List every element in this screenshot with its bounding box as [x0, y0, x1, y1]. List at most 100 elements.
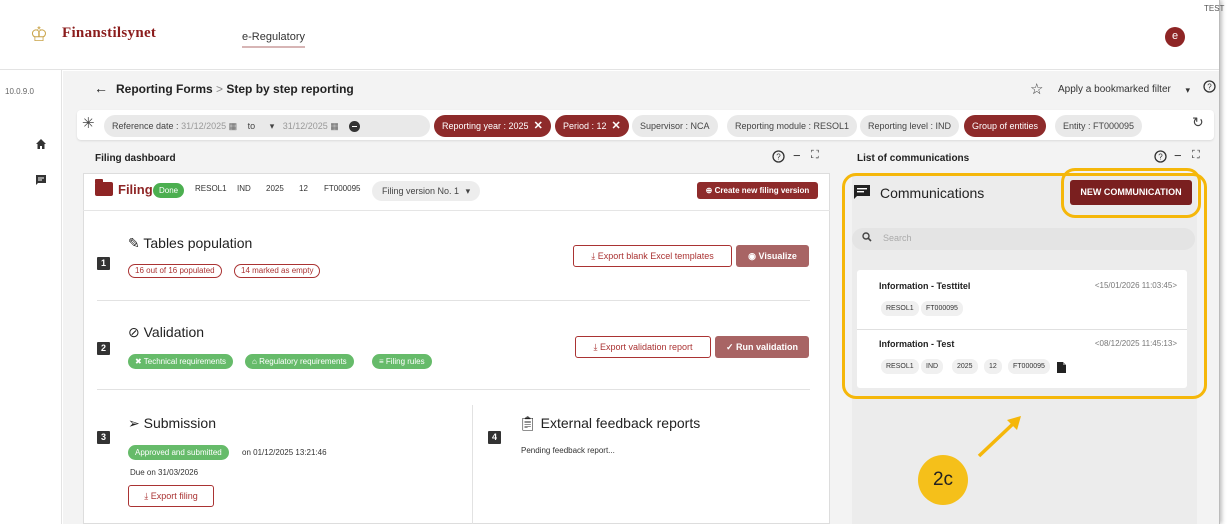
chip-entity[interactable]: Entity : FT000095 — [1055, 115, 1143, 137]
clipboard-icon: 📋︎ — [519, 415, 537, 431]
filing-dashboard-title: Filing dashboard — [95, 153, 176, 164]
due-date-text: Due on 31/03/2026 — [130, 468, 199, 477]
breadcrumb-current: Step by step reporting — [226, 82, 354, 96]
button-label: Export blank Excel templates — [597, 251, 714, 261]
minimize-icon[interactable]: − — [793, 148, 801, 163]
filing-rules-pill[interactable]: ≡ Filing rules — [372, 354, 432, 369]
comment-icon[interactable] — [35, 174, 47, 189]
button-label: Run validation — [736, 342, 799, 352]
home-icon[interactable] — [35, 138, 47, 153]
help-icon[interactable]: ? — [772, 150, 785, 166]
svg-text:?: ? — [1158, 153, 1163, 162]
clear-date-icon[interactable] — [349, 121, 361, 133]
pill-label: Filing rules — [385, 357, 425, 366]
export-blank-templates-button[interactable]: ⤓ Export blank Excel templates — [573, 245, 732, 267]
caret-down-icon: ▾ — [465, 186, 471, 196]
bookmark-filter-select[interactable]: Apply a bookmarked filter ▾ — [1052, 81, 1194, 99]
plus-circle-icon: ⊕ — [705, 186, 713, 195]
button-label: Visualize — [758, 251, 797, 261]
check-icon: ✓ — [725, 342, 734, 352]
download-icon: ⤓ — [144, 491, 149, 501]
expand-icon[interactable]: ⛶ — [1192, 149, 1200, 162]
bookmark-filter-value: Apply a bookmarked filter — [1058, 84, 1171, 95]
export-filing-button[interactable]: ⤓ Export filing — [128, 485, 214, 507]
submitted-on-text: on 01/12/2025 13:21:46 — [242, 448, 327, 457]
filing-tag: RESOL1 — [195, 184, 227, 193]
annotation-label: 2c — [918, 455, 968, 505]
filter-sparkle-icon[interactable]: ✳ — [82, 114, 95, 132]
populated-count-pill: 16 out of 16 populated — [128, 264, 222, 278]
close-icon[interactable]: ✕ — [534, 120, 543, 132]
chevron-down-icon: ▾ — [1185, 85, 1190, 95]
filing-version-value: Filing version No. 1 — [382, 186, 460, 196]
svg-text:?: ? — [1207, 83, 1212, 92]
validation-title: ⊘ Validation — [128, 324, 204, 341]
chip-reporting-module[interactable]: Reporting module : RESOL1 — [727, 115, 858, 137]
svg-text:?: ? — [776, 153, 781, 162]
highlight-communications-panel — [842, 173, 1207, 399]
run-validation-button[interactable]: ✓ Run validation — [715, 336, 809, 358]
chip-reporting-level[interactable]: Reporting level : IND — [860, 115, 960, 137]
button-label: Export validation report — [599, 342, 693, 352]
reference-date-label: Reference date : — [112, 121, 179, 131]
bank-icon: ⌂ — [252, 357, 257, 366]
chip-period[interactable]: Period : 12 ✕ — [555, 115, 629, 137]
step-number-3: 3 — [97, 431, 110, 444]
filing-tag: FT000095 — [324, 184, 361, 193]
avatar[interactable]: e — [1165, 27, 1185, 47]
communications-panel-title: List of communications — [857, 153, 970, 164]
button-label: Create new filing version — [714, 186, 810, 195]
left-rail — [0, 70, 62, 524]
vertical-divider — [472, 405, 473, 524]
export-validation-report-button[interactable]: ⤓ Export validation report — [575, 336, 711, 358]
breadcrumb: Reporting Forms > Step by step reporting — [116, 82, 354, 96]
date-from-field[interactable]: 31/12/2025 — [181, 121, 226, 131]
refresh-icon[interactable]: ↻ — [1192, 114, 1204, 131]
filing-tag: IND — [237, 184, 251, 193]
check-circle-icon: ⊘ — [128, 324, 140, 340]
annotation-arrow-icon — [977, 416, 1021, 458]
step-title-text: Validation — [143, 324, 205, 340]
reference-date-chip: Reference date : 31/12/2025 ▦ to ▾ 31/12… — [104, 115, 430, 137]
eye-icon: ◉ — [748, 251, 756, 261]
download-icon: ⤓ — [593, 342, 598, 352]
visualize-button[interactable]: ◉ Visualize — [736, 245, 809, 267]
chip-label: Reporting module : RESOL1 — [735, 121, 850, 131]
close-icon[interactable]: ✕ — [612, 120, 621, 132]
regulatory-requirements-pill[interactable]: ⌂ Regulatory requirements — [245, 354, 354, 369]
logo-text: Finanstilsynet — [62, 25, 157, 41]
chip-reporting-year[interactable]: Reporting year : 2025 ✕ — [434, 115, 551, 137]
step-divider — [97, 389, 810, 390]
help-icon[interactable]: ? — [1203, 80, 1216, 96]
step-title-text: Tables population — [143, 235, 253, 251]
help-icon[interactable]: ? — [1154, 150, 1167, 166]
pill-label: Technical requirements — [143, 357, 227, 366]
status-badge: Done — [153, 183, 185, 198]
chip-supervisor[interactable]: Supervisor : NCA — [632, 115, 718, 137]
step-title-text: External feedback reports — [540, 415, 701, 431]
pencil-icon: ✎ — [128, 235, 140, 251]
minimize-icon[interactable]: − — [1174, 148, 1182, 163]
send-arrow-icon: ➢ — [128, 415, 140, 431]
star-icon[interactable]: ☆ — [1030, 80, 1043, 98]
submission-status-pill: Approved and submitted — [128, 445, 229, 460]
chip-group-of-entities[interactable]: Group of entities — [964, 115, 1047, 137]
create-filing-version-button[interactable]: ⊕ Create new filing version — [697, 182, 818, 199]
app-name-link[interactable]: e-Regulatory — [242, 31, 305, 48]
environment-label: TEST — [1204, 4, 1225, 13]
app-window: ♔ Finanstilsynet e-Regulatory e 10.0.9.0… — [0, 0, 1220, 524]
empty-count-pill: 14 marked as empty — [234, 264, 321, 278]
expand-icon[interactable]: ⛶ — [811, 149, 819, 162]
breadcrumb-parent[interactable]: Reporting Forms — [116, 82, 213, 96]
technical-requirements-pill[interactable]: ✖ Technical requirements — [128, 354, 234, 369]
chevron-down-icon[interactable]: ▾ — [270, 121, 275, 131]
filing-tag: 12 — [299, 184, 308, 193]
filing-version-select[interactable]: Filing version No. 1 ▾ — [372, 181, 481, 201]
calendar-icon[interactable]: ▦ — [330, 121, 339, 131]
date-to-field[interactable]: 31/12/2025 — [283, 121, 328, 131]
back-arrow-icon[interactable]: ← — [94, 80, 108, 96]
folder-icon — [95, 179, 113, 196]
calendar-icon[interactable]: ▦ — [229, 121, 238, 131]
chip-label: Entity : FT000095 — [1063, 121, 1135, 131]
download-icon: ⤓ — [591, 251, 596, 261]
